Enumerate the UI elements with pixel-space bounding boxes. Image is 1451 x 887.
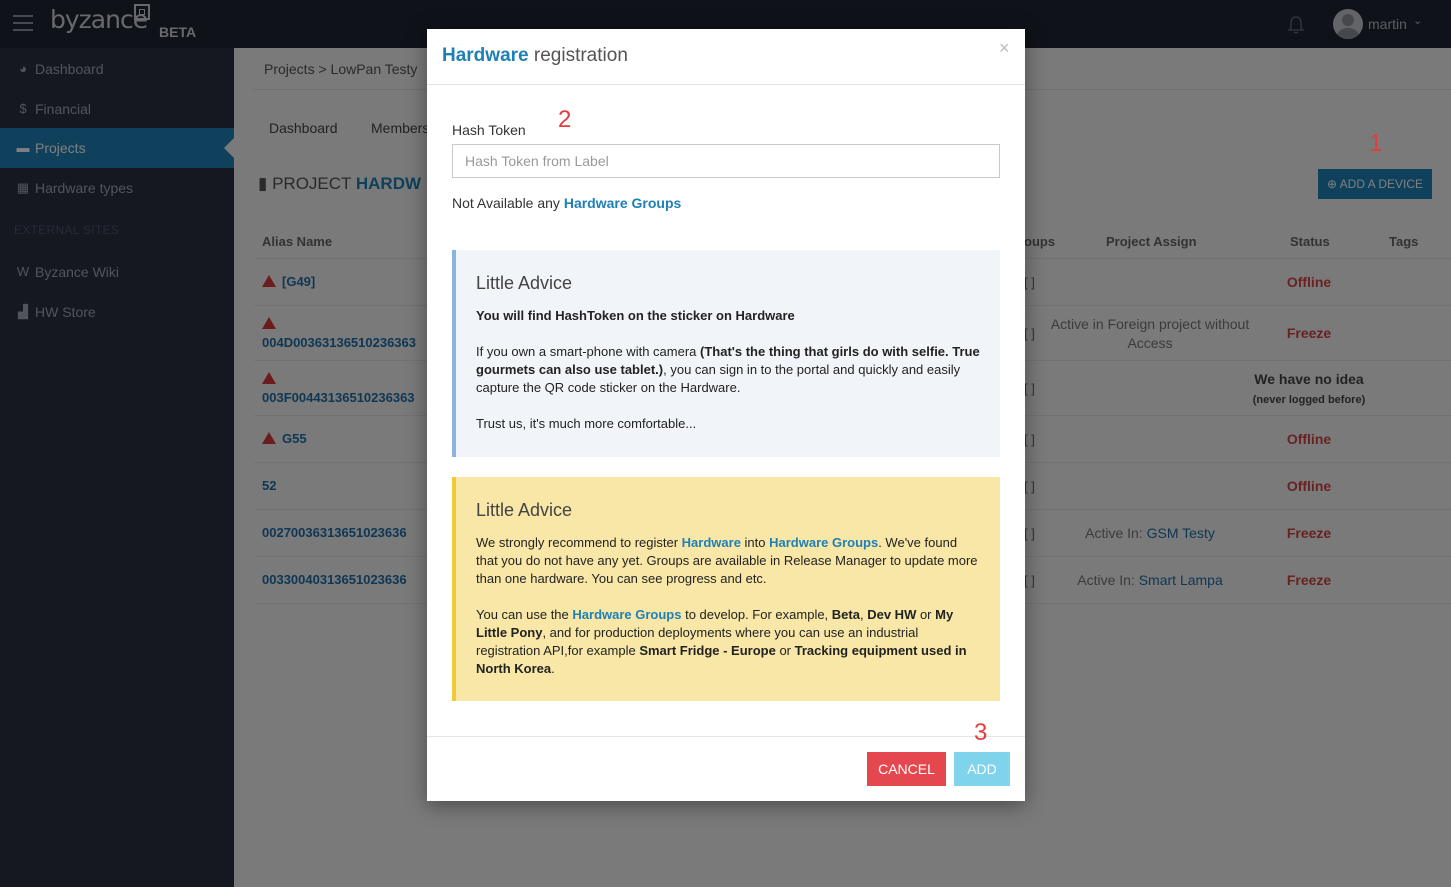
divider <box>427 736 1025 737</box>
hardware-link[interactable]: Hardware <box>682 535 741 550</box>
advice-paragraph: We strongly recommend to register Hardwa… <box>476 535 978 586</box>
advice-paragraph: You can use the Hardware Groups to devel… <box>476 607 967 676</box>
hardware-groups-link[interactable]: Hardware Groups <box>564 195 681 211</box>
advice-paragraph: If you own a smart-phone with camera (Th… <box>476 344 980 395</box>
annotation-number: 2 <box>558 106 572 133</box>
modal-title-rest: registration <box>533 45 628 66</box>
advice-heading: Little Advice <box>476 500 573 520</box>
advice-box-groups: Little Advice We strongly recommend to r… <box>452 477 1000 701</box>
advice-paragraph: Trust us, it's much more comfortable... <box>476 416 697 431</box>
annotation-number: 1 <box>1369 130 1383 157</box>
annotation-number: 3 <box>974 719 988 746</box>
hash-token-input[interactable] <box>452 144 1000 178</box>
advice-box-hashtoken: Little Advice You will find HashToken on… <box>452 250 1000 457</box>
no-groups-label: Not Available any <box>452 195 560 211</box>
advice-bold-line: You will find HashToken on the sticker o… <box>476 308 795 323</box>
cancel-button[interactable]: CANCEL <box>867 752 946 786</box>
add-button[interactable]: ADD <box>954 752 1010 786</box>
hardware-groups-link[interactable]: Hardware Groups <box>572 607 681 622</box>
no-hardware-groups-text: Not Available any Hardware Groups <box>452 195 681 211</box>
hardware-groups-link[interactable]: Hardware Groups <box>769 535 878 550</box>
hash-token-label: Hash Token <box>452 122 526 138</box>
divider <box>427 84 1025 85</box>
advice-heading: Little Advice <box>476 273 573 293</box>
modal-title: Hardware registration <box>442 45 628 67</box>
close-icon[interactable]: × <box>999 38 1010 59</box>
hardware-registration-modal: Hardware registration × 2 Hash Token Not… <box>427 29 1025 801</box>
modal-title-bold: Hardware <box>442 45 529 66</box>
